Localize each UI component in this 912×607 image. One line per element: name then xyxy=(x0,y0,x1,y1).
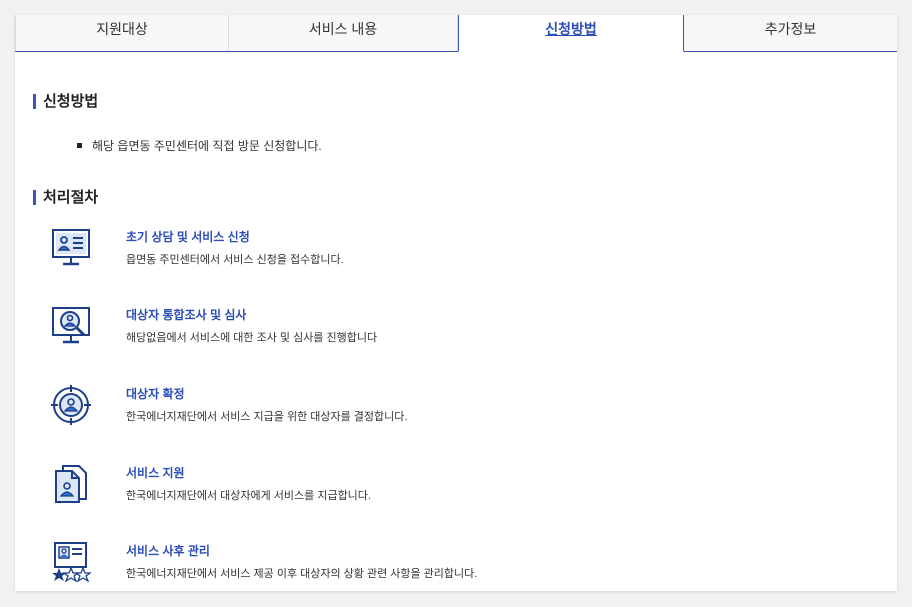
step-title: 서비스 지원 xyxy=(126,466,185,480)
target-person-icon xyxy=(51,385,91,425)
tab-service-content[interactable]: 서비스 내용 xyxy=(229,15,458,51)
step-desc: 한국에너지재단에서 서비스 제공 이후 대상자의 상황 관련 사항을 관리합니다… xyxy=(126,568,478,580)
content-card: 지원대상 서비스 내용 신청방법 추가정보 신청방법 해당 읍면동 주민센터에 … xyxy=(15,15,897,591)
step-desc: 해당없음에서 서비스에 대한 조사 및 심사를 진행합니다 xyxy=(126,332,378,344)
step-desc: 읍면동 주민센터에서 서비스 신청을 접수합니다. xyxy=(126,254,344,266)
profile-card-stars-icon xyxy=(52,542,91,582)
tab-additional-info[interactable]: 추가정보 xyxy=(684,15,897,51)
step-title: 서비스 사후 관리 xyxy=(126,544,210,558)
step-desc: 한국에너지재단에서 서비스 지급을 위한 대상자를 결정합니다. xyxy=(126,411,408,423)
tab-label: 지원대상 xyxy=(96,21,148,37)
tab-eligibility[interactable]: 지원대상 xyxy=(15,15,229,51)
tab-label: 추가정보 xyxy=(764,21,817,37)
apply-bullet: 해당 읍면동 주민센터에 직접 방문 신청합니다. xyxy=(77,137,322,154)
tab-label: 신청방법 xyxy=(545,21,597,37)
step-desc: 한국에너지재단에서 대상자에게 서비스를 지급합니다. xyxy=(126,490,371,502)
process-section-title: 처리절차 xyxy=(33,190,98,205)
apply-bullet-text: 해당 읍면동 주민센터에 직접 방문 신청합니다. xyxy=(92,139,322,153)
monitor-profile-icon xyxy=(52,229,90,266)
step-title: 초기 상담 및 서비스 신청 xyxy=(126,230,250,244)
step-title: 대상자 확정 xyxy=(126,387,185,401)
step-title: 대상자 통합조사 및 심사 xyxy=(126,308,247,322)
bullet-marker xyxy=(77,143,82,148)
tab-bar: 지원대상 서비스 내용 신청방법 추가정보 xyxy=(15,15,897,52)
apply-section-title: 신청방법 xyxy=(33,94,98,109)
tab-label: 서비스 내용 xyxy=(308,21,378,37)
tab-how-to-apply[interactable]: 신청방법 xyxy=(458,15,684,52)
monitor-magnifier-icon xyxy=(52,307,90,344)
document-person-icon xyxy=(55,465,87,503)
